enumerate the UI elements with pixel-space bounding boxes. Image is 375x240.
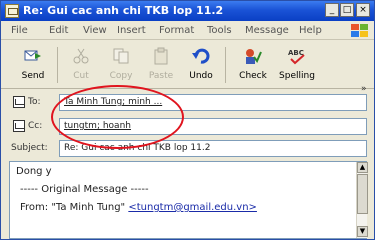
from-prefix: From: "Ta Minh Tung" [20, 202, 126, 213]
minimize-button[interactable]: _ [325, 3, 339, 17]
subject-row: Subject: Re: Gui cac anh chi TKB lop 11.… [1, 139, 374, 159]
spelling-label: Spelling [279, 71, 315, 81]
undo-button[interactable]: Undo [181, 43, 221, 87]
cc-value: tungtm; hoanh [64, 121, 131, 131]
windows-logo-icon [349, 23, 369, 39]
spelling-button[interactable]: ABC Spelling [277, 43, 317, 87]
scroll-thumb[interactable] [357, 174, 368, 214]
message-icon [5, 4, 19, 18]
address-book-icon[interactable] [13, 96, 25, 108]
scroll-down-button[interactable]: ▼ [357, 226, 368, 237]
toolbar: Send Cut Copy Paste Undo Check ABC Spell… [1, 41, 374, 94]
check-names-icon [246, 49, 262, 64]
to-row: To: Ta Minh Tung; minh ... [1, 93, 374, 113]
from-email-link[interactable]: <tungtm@gmail.edu.vn> [128, 202, 257, 213]
cut-button[interactable]: Cut [61, 43, 101, 87]
paste-icon [154, 47, 168, 65]
vertical-scrollbar[interactable]: ▲ ▼ [356, 162, 368, 238]
menu-insert[interactable]: Insert [117, 25, 146, 36]
address-book-icon[interactable] [13, 120, 25, 132]
to-field[interactable]: Ta Minh Tung; minh ... [59, 94, 367, 111]
toolbar-separator [57, 47, 58, 83]
cc-row: Cc: tungtm; hoanh [1, 117, 374, 137]
undo-label: Undo [189, 71, 213, 81]
maximize-button[interactable]: □ [340, 3, 354, 17]
greeting-line: Dong y [16, 166, 52, 177]
menu-help[interactable]: Help [299, 25, 322, 36]
cc-label: Cc: [28, 121, 43, 131]
menu-message[interactable]: Message [245, 25, 289, 36]
close-button[interactable]: × [356, 3, 370, 17]
to-value: Ta Minh Tung; minh ... [64, 97, 163, 107]
from-line: From: "Ta Minh Tung" <tungtm@gmail.edu.v… [20, 202, 257, 213]
undo-icon [192, 48, 210, 64]
copy-button[interactable]: Copy [101, 43, 141, 87]
menu-bar: File Edit View Insert Format Tools Messa… [1, 22, 374, 40]
copy-icon [113, 48, 129, 64]
send-icon [24, 50, 41, 61]
subject-field[interactable]: Re: Gui cac anh chi TKB lop 11.2 [59, 140, 367, 157]
compose-window: Re: Gui cac anh chi TKB lop 11.2 _ □ × F… [0, 0, 375, 240]
send-button[interactable]: Send [13, 43, 53, 87]
cc-field[interactable]: tungtm; hoanh [59, 118, 367, 135]
message-body[interactable]: Dong y ----- Original Message ----- From… [9, 161, 368, 239]
window-title: Re: Gui cac anh chi TKB lop 11.2 [23, 4, 224, 17]
scroll-up-button[interactable]: ▲ [357, 162, 368, 173]
scissors-icon [73, 48, 89, 64]
original-message-separator: ----- Original Message ----- [20, 184, 149, 195]
toolbar-separator [225, 47, 226, 83]
menu-format[interactable]: Format [159, 25, 194, 36]
svg-text:ABC: ABC [288, 49, 304, 57]
check-label: Check [239, 71, 267, 81]
address-fields: To: Ta Minh Tung; minh ... Cc: tungtm; h… [1, 91, 374, 161]
to-label: To: [28, 97, 41, 107]
spelling-icon: ABC [288, 49, 305, 65]
paste-label: Paste [148, 71, 174, 81]
menu-file[interactable]: File [11, 25, 28, 36]
title-bar[interactable]: Re: Gui cac anh chi TKB lop 11.2 _ □ × [1, 1, 374, 21]
menu-edit[interactable]: Edit [49, 25, 68, 36]
send-label: Send [21, 71, 45, 81]
menu-tools[interactable]: Tools [207, 25, 232, 36]
subject-label: Subject: [11, 143, 48, 153]
paste-button[interactable]: Paste [141, 43, 181, 87]
copy-label: Copy [109, 71, 133, 81]
check-names-button[interactable]: Check [233, 43, 273, 87]
cut-label: Cut [73, 71, 89, 81]
menu-view[interactable]: View [83, 25, 107, 36]
